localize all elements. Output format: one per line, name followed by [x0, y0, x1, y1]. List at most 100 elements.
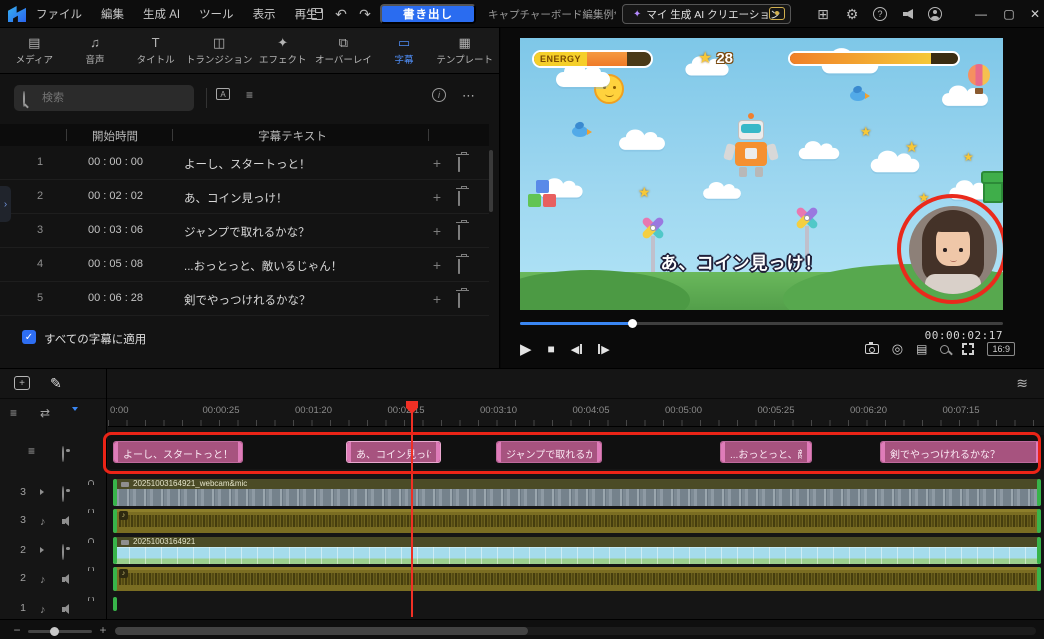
clip-trim-handle-right[interactable]	[1037, 567, 1041, 591]
delete-subtitle-icon[interactable]	[458, 259, 460, 273]
media-panel-tab[interactable]: ◫ トランジション	[186, 28, 253, 73]
track-header-column: ≡ 3 3 ♪ 2 2 ♪	[0, 369, 107, 639]
help-icon[interactable]: ?	[873, 7, 887, 21]
row-start-time[interactable]: 00 : 00 : 00	[88, 156, 143, 168]
timeline-scrollbar[interactable]	[115, 627, 1036, 635]
preview-seekbar[interactable]	[520, 322, 1003, 325]
settings-gear-icon[interactable]: ⚙	[843, 0, 861, 28]
timeline-zoom-slider[interactable]	[28, 630, 92, 633]
media-panel-tab[interactable]: ▦ テンプレート	[434, 28, 495, 73]
timeline-scrollbar-thumb[interactable]	[115, 627, 528, 635]
previous-frame-button[interactable]: ◀	[571, 343, 582, 356]
info-icon[interactable]: i	[432, 88, 446, 102]
subtitle-list-icon[interactable]: ≡	[246, 88, 253, 102]
capture-board-icon[interactable]	[769, 7, 785, 20]
maximize-button[interactable]: ▢	[1000, 0, 1018, 28]
delete-subtitle-icon[interactable]	[458, 191, 460, 205]
undo-icon[interactable]: ↶	[332, 0, 350, 28]
clip-trim-handle-right[interactable]	[1037, 479, 1041, 506]
menu-item[interactable]: ツール	[199, 6, 234, 22]
subtitle-table-row[interactable]: 4 00 : 05 : 08 ...おっとっと、敵いるじゃん！ +	[0, 248, 489, 282]
play-button[interactable]: ▶	[520, 340, 532, 358]
media-panel-tab[interactable]: ▭ 字幕	[374, 28, 435, 73]
subtitle-table-row[interactable]: 1 00 : 00 : 00 よーし、スタートっと！ +	[0, 146, 489, 180]
subtitle-table-row[interactable]: 5 00 : 06 : 28 剣でやっつけれるかな？ +	[0, 282, 489, 316]
save-icon[interactable]	[311, 8, 323, 20]
next-frame-button[interactable]: ▶	[598, 343, 609, 356]
row-start-time[interactable]: 00 : 02 : 02	[88, 190, 143, 202]
export-button[interactable]: 書き出し	[380, 4, 476, 24]
translate-subtitles-icon[interactable]: A	[216, 88, 230, 100]
divider	[206, 88, 207, 108]
game-audio-clip[interactable]: ♪	[113, 567, 1041, 591]
delete-subtitle-icon[interactable]	[458, 157, 460, 171]
panel-collapse-handle[interactable]: ›	[0, 186, 11, 222]
media-panel-tab[interactable]: ✦ エフェクト	[252, 28, 313, 73]
add-subtitle-icon[interactable]: +	[428, 154, 446, 172]
menu-item[interactable]: 表示	[253, 6, 276, 22]
media-panel-tab[interactable]: ⧉ オーバーレイ	[313, 28, 374, 73]
add-subtitle-icon[interactable]: +	[428, 222, 446, 240]
track-visibility-icon[interactable]	[62, 486, 64, 502]
webcam-audio-clip[interactable]: ♪	[113, 509, 1041, 533]
clip-trim-handle-right[interactable]	[1037, 537, 1041, 564]
menu-item[interactable]: ファイル	[36, 6, 82, 22]
ai-creation-button[interactable]: ✦ マイ 生成 AI クリエーション	[622, 4, 791, 24]
row-subtitle-text[interactable]: ジャンプで取れるかな？	[184, 224, 424, 240]
delete-subtitle-icon[interactable]	[458, 293, 460, 307]
delete-subtitle-icon[interactable]	[458, 225, 460, 239]
menu-item[interactable]: 編集	[101, 6, 124, 22]
clip-trim-handle-left[interactable]	[113, 537, 117, 564]
search-input[interactable]	[14, 85, 194, 111]
panel-scrollbar[interactable]	[489, 150, 493, 212]
stop-button[interactable]: ■	[548, 342, 555, 356]
menu-item[interactable]: 生成 AI	[143, 6, 180, 22]
search-row: A ≡ i ⋯	[0, 75, 499, 123]
game-video-clip[interactable]: 20251003164921	[113, 537, 1041, 564]
clip-trim-handle-left[interactable]	[113, 509, 117, 533]
aspect-ratio-button[interactable]: 16:9	[987, 342, 1015, 356]
add-subtitle-icon[interactable]: +	[428, 290, 446, 308]
account-icon[interactable]	[928, 7, 942, 21]
row-subtitle-text[interactable]: よーし、スタートっと！	[184, 156, 424, 172]
fullscreen-icon[interactable]	[962, 343, 974, 355]
layout-grid-icon[interactable]: ⊞	[814, 0, 832, 28]
subtitle-table-row[interactable]: 2 00 : 02 : 02 あ、コイン見っけ！ +	[0, 180, 489, 214]
add-subtitle-icon[interactable]: +	[428, 256, 446, 274]
zoom-out-button[interactable]: −	[10, 623, 24, 637]
row-start-time[interactable]: 00 : 06 : 28	[88, 292, 143, 304]
subtitle-table-row[interactable]: 3 00 : 03 : 06 ジャンプで取れるかな？ +	[0, 214, 489, 248]
clip-trim-handle-left[interactable]	[113, 567, 117, 591]
column-header-start-time: 開始時間	[70, 128, 160, 144]
row-subtitle-text[interactable]: ...おっとっと、敵いるじゃん！	[184, 258, 424, 274]
apply-all-checkbox[interactable]	[22, 330, 36, 344]
render-preview-icon[interactable]: ◎	[892, 341, 903, 357]
row-start-time[interactable]: 00 : 03 : 06	[88, 224, 143, 236]
webcam-video-clip[interactable]: 20251003164921_webcam&mic	[113, 479, 1041, 506]
tab-label: オーバーレイ	[315, 52, 372, 66]
media-panel-tab[interactable]: ♫ 音声	[65, 28, 126, 73]
clip-trim-handle-left[interactable]	[113, 597, 117, 611]
row-start-time[interactable]: 00 : 05 : 08	[88, 258, 143, 270]
row-subtitle-text[interactable]: 剣でやっつけれるかな？	[184, 292, 424, 308]
clip-trim-handle-left[interactable]	[113, 479, 117, 506]
announcement-icon[interactable]	[904, 9, 913, 19]
zoom-level-icon[interactable]	[940, 345, 949, 354]
track-visibility-icon[interactable]	[62, 544, 64, 560]
minimize-button[interactable]: —	[972, 0, 990, 28]
display-quality-icon[interactable]: ▤	[916, 342, 927, 356]
seekbar-knob[interactable]	[628, 319, 637, 328]
media-panel-tab[interactable]: T タイトル	[125, 28, 186, 73]
row-subtitle-text[interactable]: あ、コイン見っけ！	[184, 190, 424, 206]
more-options-icon[interactable]: ⋯	[462, 88, 475, 104]
clip-trim-handle-right[interactable]	[1037, 509, 1041, 533]
zoom-slider-knob[interactable]	[50, 627, 59, 636]
media-panel-tab[interactable]: ▤ メディア	[4, 28, 65, 73]
robot-character	[725, 113, 777, 179]
close-button[interactable]: ✕	[1026, 0, 1044, 28]
add-subtitle-icon[interactable]: +	[428, 188, 446, 206]
zoom-in-button[interactable]: +	[96, 623, 110, 637]
track-visibility-icon[interactable]	[62, 446, 64, 462]
redo-icon[interactable]: ↷	[356, 0, 374, 28]
snapshot-icon[interactable]	[865, 344, 879, 354]
